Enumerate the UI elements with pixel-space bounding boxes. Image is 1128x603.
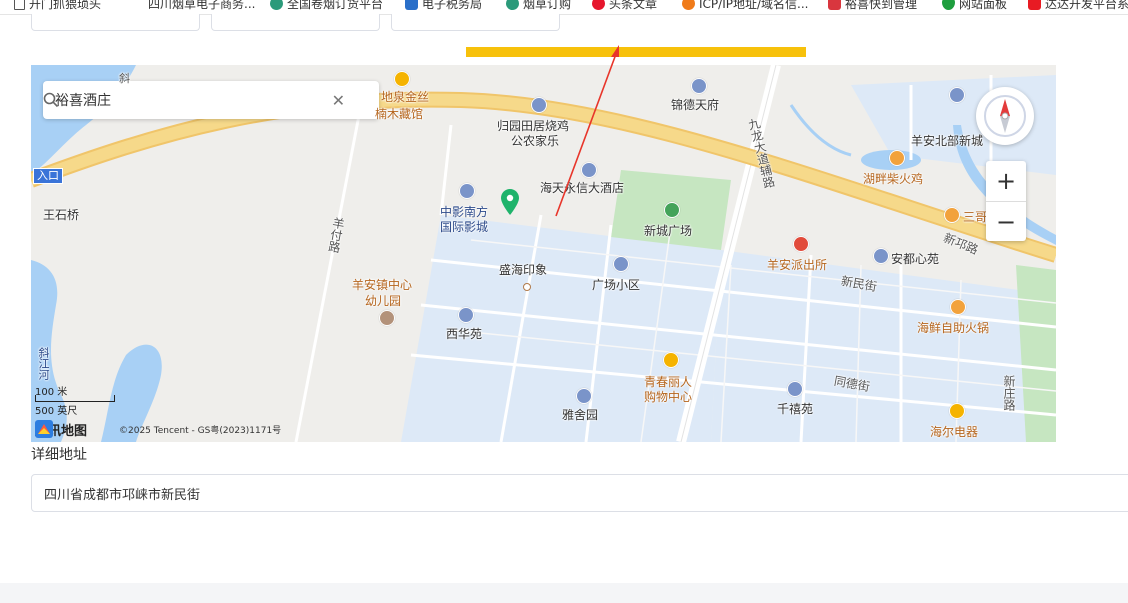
footer-band: [0, 583, 1128, 603]
address-label: 详细地址: [31, 447, 87, 463]
annotation-arrow-icon: [555, 45, 619, 217]
address-input[interactable]: [31, 474, 1128, 512]
